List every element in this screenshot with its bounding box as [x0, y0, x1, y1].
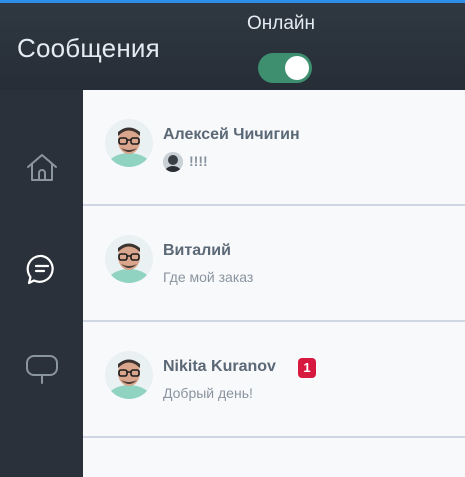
- chat-bubble-icon: [26, 254, 54, 285]
- message-preview: Где мой заказ: [163, 269, 254, 285]
- avatar: [105, 351, 153, 399]
- sidebar-item-devices[interactable]: [0, 340, 83, 400]
- toggle-knob: [285, 56, 309, 80]
- sender-avatar: [163, 152, 183, 172]
- avatar: [105, 119, 153, 167]
- contact-name: Nikita Kuranov: [163, 358, 276, 375]
- message-preview: !!!!: [189, 153, 208, 169]
- contact-name: Алексей Чичигин: [163, 126, 300, 143]
- chat-list-item[interactable]: Виталий Где мой заказ: [83, 206, 465, 322]
- message-preview: Добрый день!: [163, 385, 253, 401]
- page-title: Сообщения: [17, 33, 160, 63]
- avatar: [105, 235, 153, 283]
- online-label: Онлайн: [247, 13, 316, 34]
- chat-list-item[interactable]: Nikita Kuranov 1 Добрый день!: [83, 322, 465, 438]
- contact-name: Виталий: [163, 242, 231, 259]
- sidebar: [0, 90, 83, 477]
- sidebar-item-messages[interactable]: [0, 240, 83, 300]
- chat-list: Алексей Чичигин !!!! Виталий Где мой зак…: [83, 90, 465, 477]
- chat-list-item[interactable]: Алексей Чичигин !!!!: [83, 90, 465, 206]
- sidebar-item-home[interactable]: [0, 138, 83, 198]
- unread-badge: 1: [298, 358, 316, 378]
- monitor-bubble-icon: [25, 355, 58, 384]
- online-toggle[interactable]: [258, 53, 312, 83]
- home-icon: [26, 154, 57, 181]
- header: Сообщения Онлайн: [0, 3, 465, 90]
